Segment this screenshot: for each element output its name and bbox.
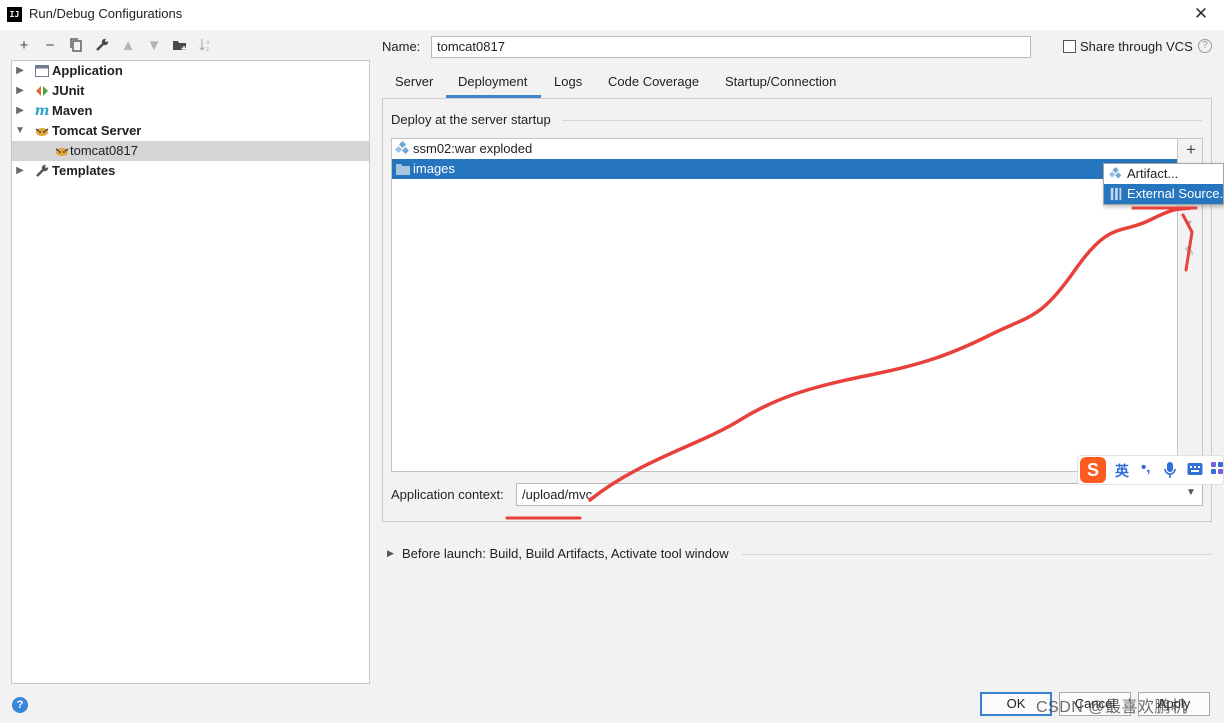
new-folder-icon[interactable] <box>171 37 189 55</box>
tree-item-junit[interactable]: ▶ JUnit <box>12 81 369 101</box>
microphone-icon[interactable] <box>1162 461 1178 479</box>
add-deploy-button[interactable]: + <box>1181 140 1201 160</box>
section-divider <box>562 120 1202 121</box>
tab-startup-connection[interactable]: Startup/Connection <box>725 74 836 96</box>
tab-deployment[interactable]: Deployment <box>458 74 527 96</box>
tab-server[interactable]: Server <box>395 74 433 96</box>
expand-arrow-icon[interactable]: ▶ <box>14 61 26 81</box>
help-icon[interactable]: ? <box>1198 39 1212 53</box>
tree-item-maven[interactable]: ▶ m Maven <box>12 101 369 121</box>
intellij-logo-icon: IJ <box>7 7 22 22</box>
menu-item-artifact[interactable]: Artifact... <box>1104 164 1223 184</box>
junit-icon <box>34 83 50 99</box>
close-icon[interactable]: ✕ <box>1190 3 1212 25</box>
title-bar <box>0 0 1224 30</box>
application-context-combobox[interactable]: /upload/mvc <box>516 483 1203 506</box>
ime-language-toggle[interactable]: 英 <box>1115 461 1129 481</box>
sort-icon[interactable]: az <box>197 37 215 55</box>
tree-item-application[interactable]: ▶ Application <box>12 61 369 81</box>
expand-arrow-icon[interactable]: ▶ <box>14 161 26 181</box>
tomcat-icon <box>54 143 70 159</box>
sogou-ime-icon[interactable]: S <box>1080 457 1106 483</box>
folder-icon <box>395 161 411 177</box>
window-title: Run/Debug Configurations <box>29 6 183 21</box>
ime-punctuation-toggle[interactable]: •, <box>1141 459 1150 476</box>
before-launch-label[interactable]: Before launch: Build, Build Artifacts, A… <box>402 546 729 561</box>
move-up-icon[interactable]: ▲ <box>119 37 137 55</box>
section-divider <box>742 554 1212 555</box>
wrench-icon[interactable] <box>93 37 111 55</box>
artifact-icon <box>394 140 411 157</box>
artifact-icon <box>1108 166 1123 181</box>
watermark: CSDN @最喜欢鹏机 <box>1036 699 1188 716</box>
move-down-icon[interactable]: ▼ <box>1183 218 1194 230</box>
add-config-icon[interactable]: + <box>15 37 33 55</box>
menu-item-external-source[interactable]: External Source... <box>1104 184 1223 204</box>
expand-arrow-icon[interactable]: ▶ <box>387 548 394 559</box>
deploy-list[interactable]: ssm02:war exploded images <box>391 138 1178 472</box>
deploy-section-title: Deploy at the server startup <box>391 112 551 127</box>
add-popup-menu: Artifact... External Source... <box>1103 163 1224 205</box>
list-item[interactable]: ssm02:war exploded <box>392 139 1177 159</box>
share-vcs-label[interactable]: Share through VCS <box>1080 39 1193 54</box>
tree-item-templates[interactable]: ▶ Templates <box>12 161 369 181</box>
keyboard-icon[interactable] <box>1187 462 1203 476</box>
share-vcs-checkbox[interactable] <box>1063 40 1076 53</box>
tree-item-tomcat-server[interactable]: ▼ Tomcat Server <box>12 121 369 141</box>
svg-text:a: a <box>206 39 210 46</box>
apps-grid-icon[interactable] <box>1211 462 1224 476</box>
expand-arrow-icon[interactable]: ▶ <box>14 101 26 121</box>
svg-text:z: z <box>206 46 209 53</box>
copy-config-icon[interactable] <box>67 37 85 55</box>
list-item[interactable]: images <box>392 159 1177 179</box>
wrench-icon <box>34 163 50 179</box>
expand-arrow-icon[interactable]: ▶ <box>14 81 26 101</box>
tab-code-coverage[interactable]: Code Coverage <box>608 74 699 96</box>
name-field[interactable]: tomcat0817 <box>431 36 1031 58</box>
move-down-icon[interactable]: ▼ <box>145 37 163 55</box>
chevron-down-icon[interactable]: ▼ <box>1186 487 1196 498</box>
application-icon <box>34 63 50 79</box>
config-tree[interactable]: ▶ Application ▶ JUnit ▶ m Maven ▼ Tomcat… <box>11 60 370 684</box>
collapse-arrow-icon[interactable]: ▼ <box>14 121 26 141</box>
remove-config-icon[interactable]: − <box>41 37 59 55</box>
maven-icon: m <box>34 103 50 119</box>
application-context-label: Application context: <box>391 487 504 502</box>
tab-logs[interactable]: Logs <box>554 74 582 96</box>
external-source-icon <box>1109 187 1123 201</box>
edit-pencil-icon[interactable]: ✎ <box>1184 244 1195 260</box>
tomcat-icon <box>34 123 50 139</box>
help-button[interactable]: ? <box>12 697 28 713</box>
name-label: Name: <box>382 39 421 54</box>
tree-item-tomcat0817[interactable]: tomcat0817 <box>12 141 369 161</box>
